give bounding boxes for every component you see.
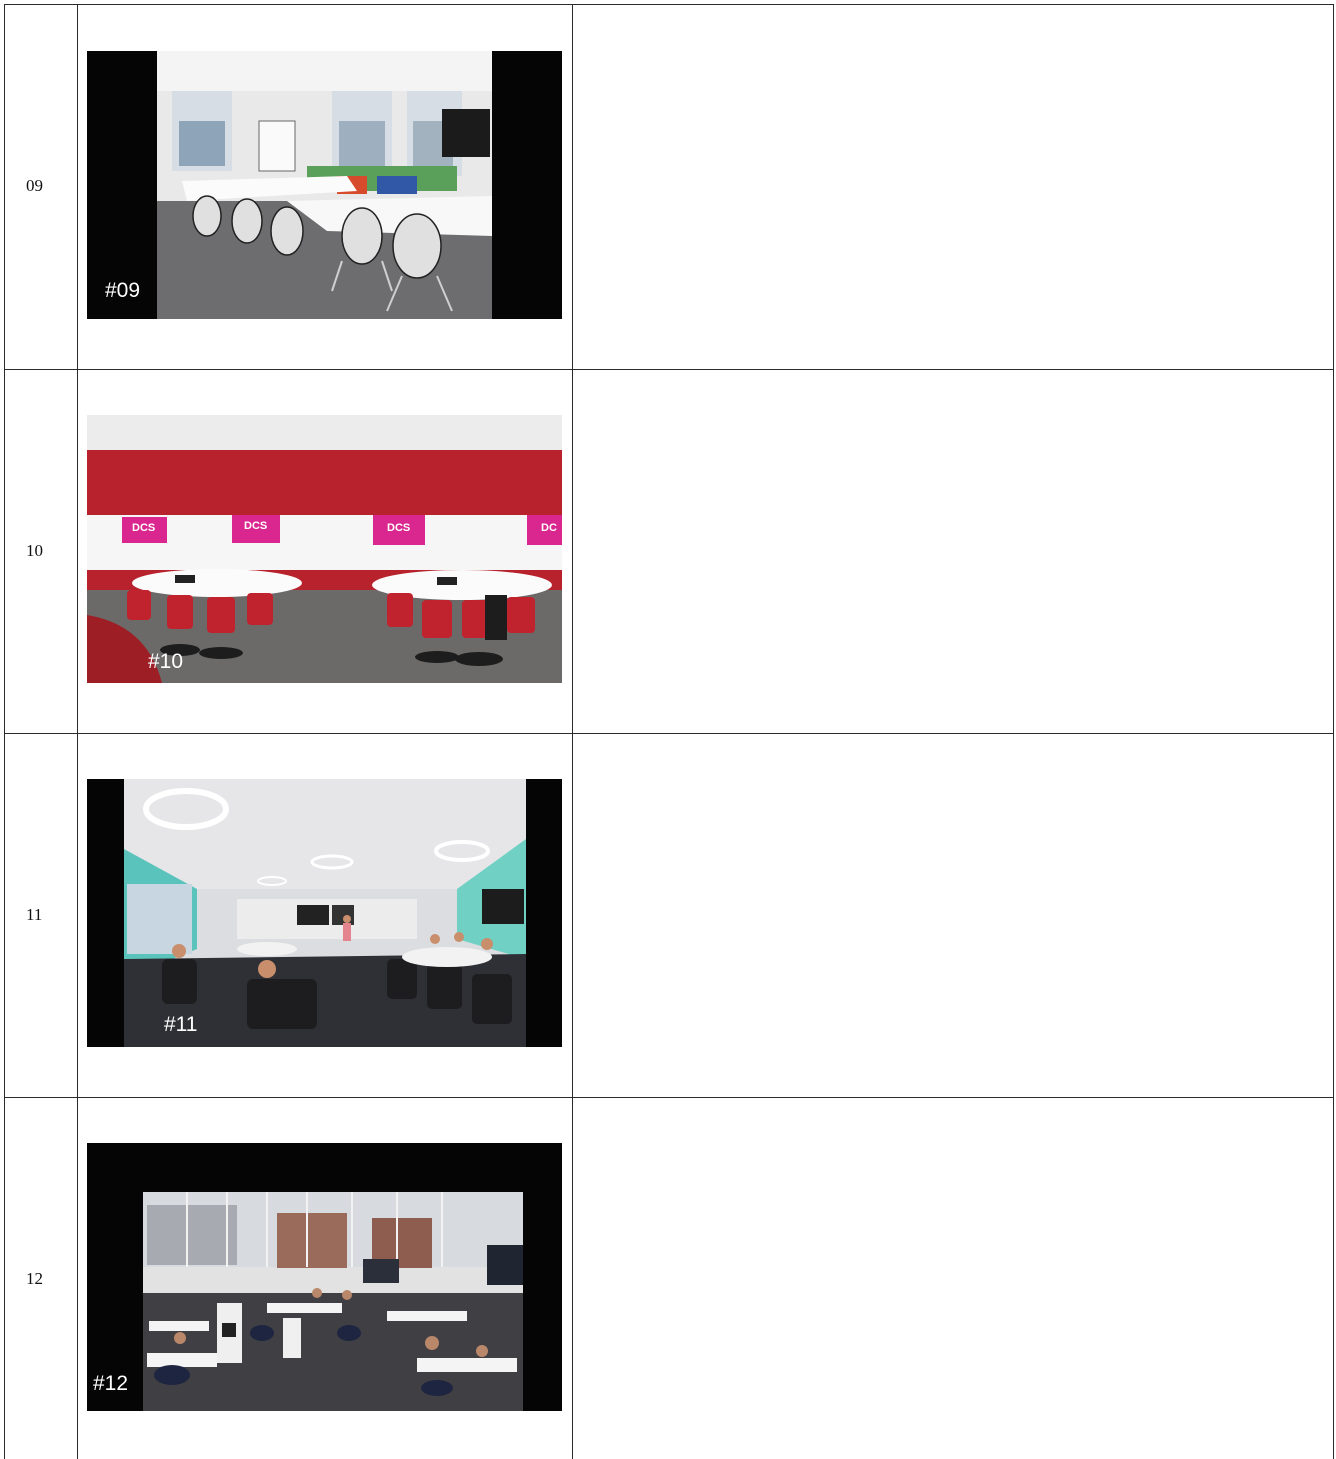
- column-divider-1: [77, 4, 78, 1459]
- row-number: 09: [26, 176, 43, 195]
- table-border-left: [4, 4, 5, 1459]
- photo-label: #09: [105, 279, 141, 302]
- table-border-right: [1333, 4, 1334, 1459]
- classroom-photo: DCS DCS DCS DC #10: [87, 415, 562, 683]
- screen-text: DCS: [387, 522, 410, 534]
- row-number: 10: [26, 541, 43, 560]
- row-divider-1: [4, 369, 1334, 370]
- photo-label: #11: [164, 1013, 198, 1036]
- row-number: 12: [26, 1269, 43, 1288]
- classroom-photo: #11: [87, 779, 562, 1047]
- screen-text: DCS: [132, 522, 155, 534]
- row-number: 11: [26, 905, 43, 924]
- classroom-photo: #09: [87, 51, 562, 319]
- column-divider-2: [572, 4, 573, 1459]
- classroom-photo: #12: [87, 1143, 562, 1411]
- screen-text: DCS: [244, 520, 267, 532]
- row-divider-2: [4, 733, 1334, 734]
- row-divider-3: [4, 1097, 1334, 1098]
- screen-text: DC: [541, 522, 557, 534]
- photo-label: #12: [93, 1372, 129, 1395]
- photo-label: #10: [148, 650, 184, 673]
- table-border-top: [4, 4, 1334, 5]
